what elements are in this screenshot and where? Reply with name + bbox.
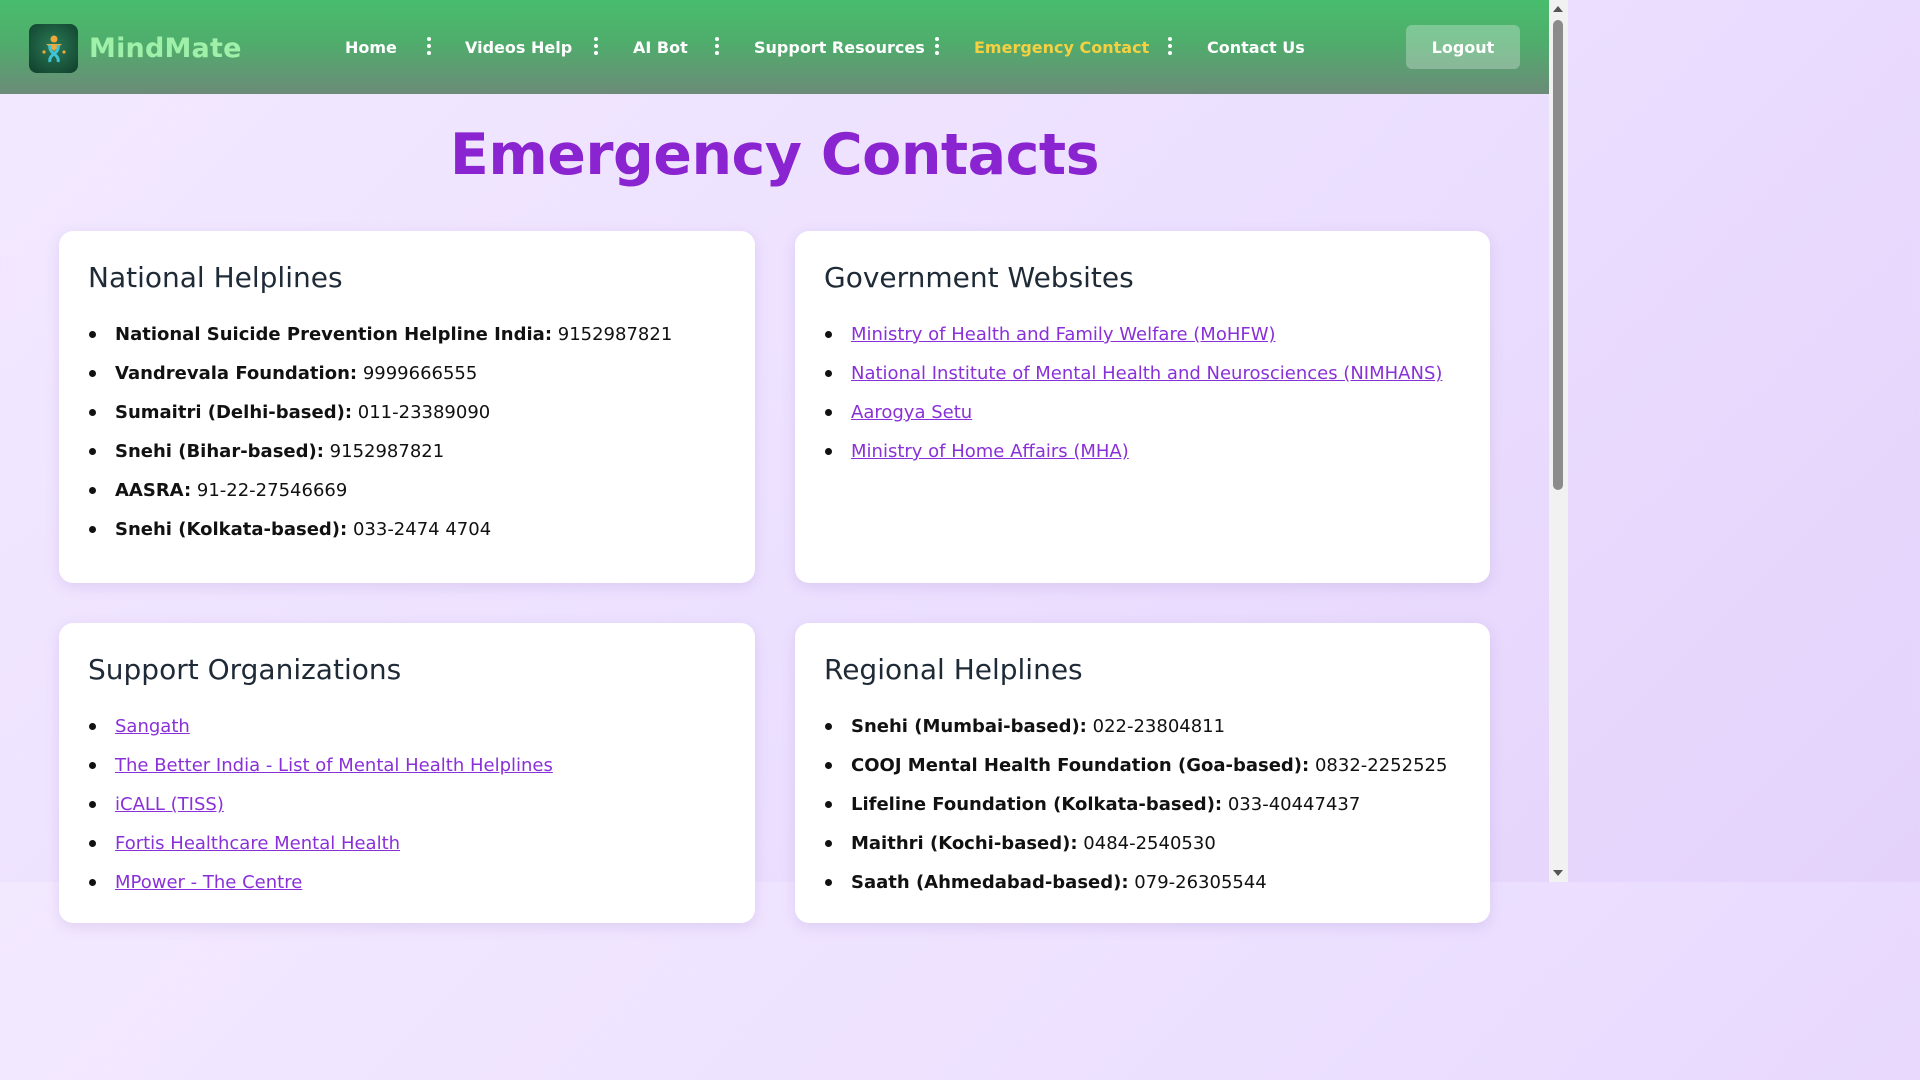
- link-aarogya-setu[interactable]: Aarogya Setu: [851, 402, 972, 423]
- link-nimhans[interactable]: National Institute of Mental Health and …: [851, 363, 1442, 384]
- scroll-up-icon[interactable]: [1553, 6, 1563, 12]
- list-item: Ministry of Health and Family Welfare (M…: [824, 319, 1442, 358]
- list-item: National Institute of Mental Health and …: [824, 358, 1442, 397]
- support-organizations-card: Support Organizations Sangath The Better…: [59, 623, 755, 923]
- link-mha[interactable]: Ministry of Home Affairs (MHA): [851, 441, 1129, 462]
- ribbon-person-icon: [29, 24, 78, 73]
- regional-helplines-card: Regional Helplines Snehi (Mumbai-based):…: [795, 623, 1490, 923]
- nav-ai-bot[interactable]: AI Bot: [633, 38, 688, 57]
- list-item: Snehi (Mumbai-based): 022-23804811: [824, 711, 1447, 750]
- list-item: Lifeline Foundation (Kolkata-based): 033…: [824, 789, 1447, 828]
- more-vertical-icon: [715, 37, 719, 58]
- helpline-list: Snehi (Mumbai-based): 022-23804811 COOJ …: [824, 711, 1447, 906]
- list-item: Fortis Healthcare Mental Health: [88, 828, 553, 867]
- helpline-number: 022-23804811: [1086, 716, 1226, 737]
- list-item: The Better India - List of Mental Health…: [88, 750, 553, 789]
- helpline-number: 011-23389090: [352, 402, 491, 423]
- helpline-name: Saath (Ahmedabad-based):: [851, 872, 1129, 893]
- list-item: Saath (Ahmedabad-based): 079-26305544: [824, 867, 1447, 906]
- list-item: Ministry of Home Affairs (MHA): [824, 436, 1442, 475]
- nav-contact-us[interactable]: Contact Us: [1207, 38, 1305, 57]
- helpline-number: 033-40447437: [1222, 794, 1361, 815]
- more-vertical-icon: [935, 37, 939, 58]
- link-fortis[interactable]: Fortis Healthcare Mental Health: [115, 833, 400, 854]
- helpline-name: AASRA:: [115, 480, 192, 501]
- national-helplines-card: National Helplines National Suicide Prev…: [59, 231, 755, 583]
- helpline-name: Snehi (Mumbai-based):: [851, 716, 1087, 737]
- card-title: Regional Helplines: [824, 653, 1083, 686]
- government-websites-card: Government Websites Ministry of Health a…: [795, 231, 1490, 583]
- link-icall[interactable]: iCALL (TISS): [115, 794, 224, 815]
- helpline-number: 033-2474 4704: [347, 519, 492, 540]
- link-sangath[interactable]: Sangath: [115, 716, 190, 737]
- scroll-down-icon[interactable]: [1553, 870, 1563, 876]
- nav-support-resources[interactable]: Support Resources: [754, 38, 925, 57]
- brand[interactable]: MindMate: [29, 24, 242, 73]
- list-item: MPower - The Centre: [88, 867, 553, 906]
- more-vertical-icon: [594, 37, 598, 58]
- list-item: Snehi (Bihar-based): 9152987821: [88, 436, 672, 475]
- list-item: Sangath: [88, 711, 553, 750]
- helpline-name: Vandrevala Foundation:: [115, 363, 358, 384]
- list-item: AASRA: 91-22-27546669: [88, 475, 672, 514]
- helpline-number: 9152987821: [323, 441, 445, 462]
- more-vertical-icon: [1168, 37, 1172, 58]
- link-better-india[interactable]: The Better India - List of Mental Health…: [115, 755, 553, 776]
- more-vertical-icon: [427, 37, 431, 58]
- helpline-number: 079-26305544: [1128, 872, 1267, 893]
- page-title: Emergency Contacts: [449, 122, 1100, 188]
- card-title: National Helplines: [88, 261, 343, 294]
- nav-home[interactable]: Home: [345, 38, 397, 57]
- helpline-list: National Suicide Prevention Helpline Ind…: [88, 319, 672, 553]
- helpline-name: Snehi (Bihar-based):: [115, 441, 324, 462]
- top-navbar: MindMate Home Videos Help AI Bot Support…: [0, 0, 1549, 94]
- helpline-number: 9999666555: [357, 363, 478, 384]
- helpline-number: 91-22-27546669: [191, 480, 348, 501]
- helpline-number: 0832-2252525: [1309, 755, 1448, 776]
- list-item: iCALL (TISS): [88, 789, 553, 828]
- list-item: Sumaitri (Delhi-based): 011-23389090: [88, 397, 672, 436]
- list-item: Maithri (Kochi-based): 0484-2540530: [824, 828, 1447, 867]
- list-item: Snehi (Kolkata-based): 033-2474 4704: [88, 514, 672, 553]
- nav-videos-help[interactable]: Videos Help: [465, 38, 572, 57]
- scrollbar-thumb[interactable]: [1553, 20, 1563, 490]
- card-title: Support Organizations: [88, 653, 402, 686]
- list-item: National Suicide Prevention Helpline Ind…: [88, 319, 672, 358]
- nav-emergency-contact[interactable]: Emergency Contact: [974, 38, 1149, 57]
- helpline-name: COOJ Mental Health Foundation (Goa-based…: [851, 755, 1310, 776]
- list-item: Vandrevala Foundation: 9999666555: [88, 358, 672, 397]
- helpline-name: Lifeline Foundation (Kolkata-based):: [851, 794, 1223, 815]
- page-scrollbar[interactable]: [1549, 0, 1568, 882]
- logout-button[interactable]: Logout: [1406, 25, 1520, 69]
- link-mohfw[interactable]: Ministry of Health and Family Welfare (M…: [851, 324, 1276, 345]
- helpline-name: Maithri (Kochi-based):: [851, 833, 1078, 854]
- list-item: COOJ Mental Health Foundation (Goa-based…: [824, 750, 1447, 789]
- link-list: Ministry of Health and Family Welfare (M…: [824, 319, 1442, 475]
- link-mpower[interactable]: MPower - The Centre: [115, 872, 302, 893]
- helpline-number: 9152987821: [552, 324, 673, 345]
- link-list: Sangath The Better India - List of Menta…: [88, 711, 553, 906]
- helpline-name: National Suicide Prevention Helpline Ind…: [115, 324, 553, 345]
- helpline-name: Sumaitri (Delhi-based):: [115, 402, 353, 423]
- helpline-number: 0484-2540530: [1077, 833, 1216, 854]
- card-title: Government Websites: [824, 261, 1134, 294]
- list-item: Aarogya Setu: [824, 397, 1442, 436]
- brand-name: MindMate: [89, 33, 242, 64]
- helpline-name: Snehi (Kolkata-based):: [115, 519, 348, 540]
